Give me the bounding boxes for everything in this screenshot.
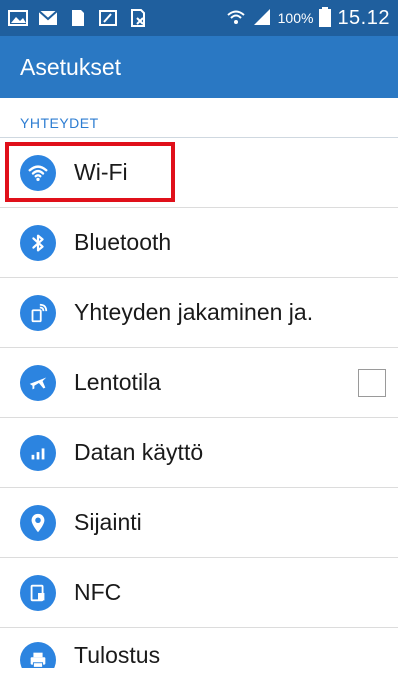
battery-percent: 100% <box>277 10 314 26</box>
clock: 15.12 <box>337 6 390 29</box>
settings-item-label: Yhteyden jakaminen ja. <box>74 299 314 325</box>
settings-list: Wi-Fi Bluetooth Yhteyden jakaminen ja. L… <box>0 138 398 668</box>
signal-icon <box>252 8 272 29</box>
wifi-icon <box>20 154 56 191</box>
file-notification-icon <box>68 9 88 27</box>
settings-item-label: Bluetooth <box>74 229 172 255</box>
settings-item-nfc[interactable]: NFC <box>0 558 398 628</box>
settings-item-label: NFC <box>74 579 122 605</box>
settings-item-printing[interactable]: Tulostus <box>0 628 398 668</box>
page-title: Asetukset <box>20 53 121 80</box>
no-sim-icon <box>128 9 148 27</box>
wifi-status-icon <box>226 8 246 29</box>
edit-notification-icon <box>98 9 118 27</box>
settings-item-label: Wi-Fi <box>74 159 128 185</box>
section-title: YHTEYDET <box>20 115 99 131</box>
settings-item-label: Lentotila <box>74 369 161 395</box>
settings-item-bluetooth[interactable]: Bluetooth <box>0 208 398 278</box>
battery-icon <box>319 6 332 30</box>
section-header-connections: YHTEYDET <box>0 98 398 138</box>
location-icon <box>20 504 56 541</box>
nfc-icon <box>20 574 56 611</box>
airplane-icon <box>20 364 56 401</box>
image-notification-icon <box>8 9 28 27</box>
settings-item-data-usage[interactable]: Datan käyttö <box>0 418 398 488</box>
settings-item-location[interactable]: Sijainti <box>0 488 398 558</box>
settings-item-tethering[interactable]: Yhteyden jakaminen ja. <box>0 278 398 348</box>
status-bar: 100% 15.12 <box>0 0 398 36</box>
data-usage-icon <box>20 434 56 471</box>
message-notification-icon <box>38 9 58 27</box>
app-bar: Asetukset <box>0 36 398 98</box>
tethering-icon <box>20 294 56 331</box>
settings-item-label: Sijainti <box>74 509 142 535</box>
settings-item-label: Tulostus <box>74 642 161 668</box>
settings-item-wifi[interactable]: Wi-Fi <box>0 138 398 208</box>
settings-item-label: Datan käyttö <box>74 439 204 465</box>
airplane-mode-checkbox[interactable] <box>358 368 386 397</box>
bluetooth-icon <box>20 224 56 261</box>
settings-item-airplane-mode[interactable]: Lentotila <box>0 348 398 418</box>
print-icon <box>20 642 56 668</box>
